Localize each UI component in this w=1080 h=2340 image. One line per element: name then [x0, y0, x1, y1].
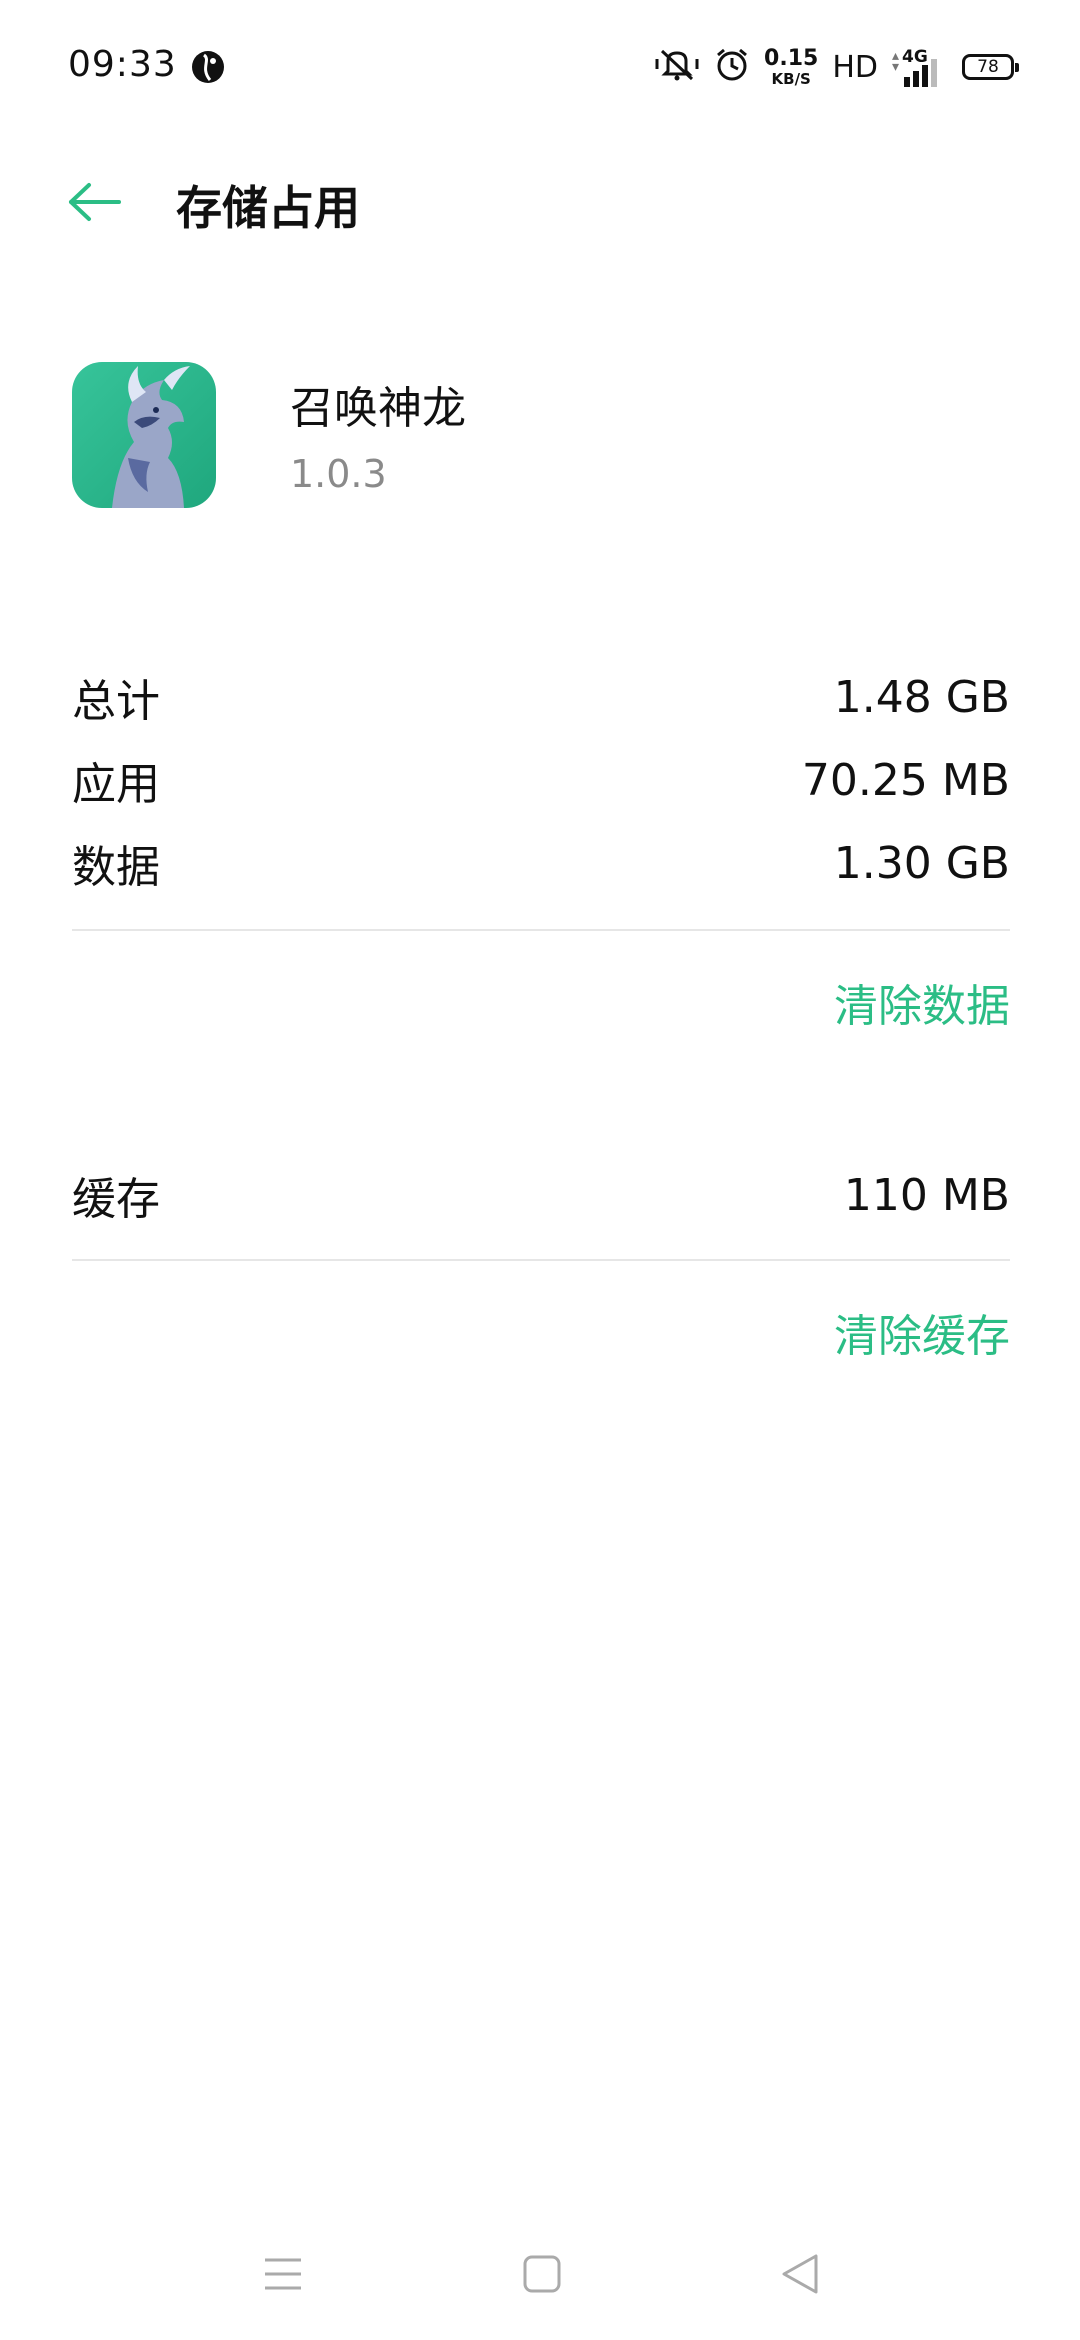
- cache-row: 缓存 110 MB: [72, 1160, 1010, 1230]
- page-title: 存储占用: [176, 181, 360, 235]
- row-label: 数据: [72, 842, 160, 893]
- alarm-icon: [714, 47, 750, 87]
- location-icon: [191, 50, 225, 88]
- storage-row-total: 总计 1.48 GB: [72, 662, 1010, 732]
- row-label: 应用: [72, 759, 160, 810]
- cache-label: 缓存: [72, 1174, 160, 1225]
- storage-row-app: 应用 70.25 MB: [72, 745, 1010, 815]
- storage-row-data: 数据 1.30 GB: [72, 828, 1010, 898]
- battery-level: 78: [977, 57, 999, 77]
- row-value: 1.30 GB: [833, 837, 1010, 889]
- divider: [72, 1259, 1010, 1261]
- divider: [72, 929, 1010, 931]
- status-bar: 09:33 0.15 KB/S HD ▴ ▾ 4G 78: [0, 0, 1080, 130]
- back-button[interactable]: [60, 170, 130, 234]
- row-label: 总计: [72, 676, 160, 727]
- cache-value: 110 MB: [843, 1169, 1010, 1221]
- clear-cache-button[interactable]: 清除缓存: [834, 1300, 1010, 1364]
- signal-icon: ▴ ▾ 4G: [892, 47, 948, 87]
- status-time: 09:33: [68, 44, 177, 85]
- network-speed-value: 0.15: [764, 45, 819, 71]
- back-triangle-icon[interactable]: [760, 2234, 840, 2314]
- storage-usage-page: 09:33 0.15 KB/S HD ▴ ▾ 4G 78 存储占用 召唤神龙 1…: [0, 0, 1080, 2340]
- home-icon[interactable]: [502, 2234, 582, 2314]
- menu-icon[interactable]: [243, 2234, 323, 2314]
- network-speed-unit: KB/S: [771, 69, 811, 88]
- hd-indicator: HD: [832, 49, 878, 85]
- row-value: 1.48 GB: [833, 671, 1010, 723]
- back-arrow-icon: [69, 183, 121, 221]
- navigation-bar: [0, 2210, 1080, 2340]
- network-speed: 0.15 KB/S: [764, 45, 819, 88]
- mute-icon: [654, 47, 700, 87]
- status-icons: 0.15 KB/S HD ▴ ▾ 4G 78: [654, 42, 1019, 92]
- app-name: 召唤神龙: [290, 383, 466, 434]
- clear-data-button[interactable]: 清除数据: [834, 970, 1010, 1034]
- dragon-app-icon: [72, 362, 216, 508]
- row-value: 70.25 MB: [801, 754, 1010, 806]
- app-version: 1.0.3: [290, 452, 387, 496]
- battery-icon: 78: [962, 54, 1019, 80]
